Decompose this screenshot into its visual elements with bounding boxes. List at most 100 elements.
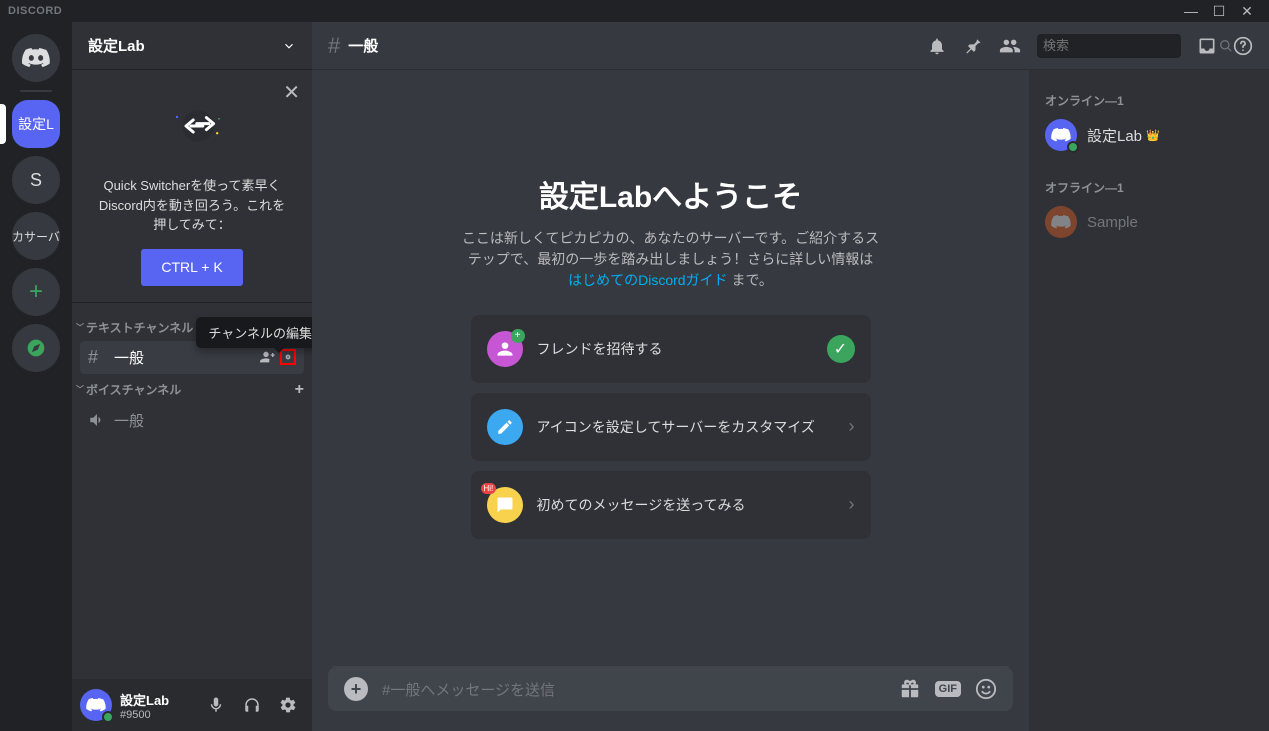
user-panel: 設定Lab #9500 — [72, 679, 312, 731]
emoji-icon — [975, 678, 997, 700]
customize-icon — [487, 409, 523, 445]
chevron-down-icon — [282, 39, 296, 53]
gift-icon — [899, 678, 921, 700]
guild-server-selected[interactable]: 設定L — [12, 100, 60, 148]
channel-name: 一般 — [114, 410, 296, 431]
channel-list: ﹀ テキストチャンネル # 一般 チャンネルの編集 ﹀ ボイスチャンネル + — [72, 303, 312, 680]
window-close-button[interactable]: ✕ — [1233, 0, 1261, 22]
quick-switcher-text: Quick Switcherを使って素早くDiscord内を動き回ろう。これを押… — [88, 176, 296, 235]
pinned-messages-button[interactable] — [963, 36, 983, 56]
onboard-label: フレンドを招待する — [537, 339, 827, 359]
check-icon: ✓ — [827, 335, 855, 363]
member-list-button[interactable] — [999, 35, 1021, 57]
window-minimize-button[interactable]: — — [1177, 0, 1205, 22]
chevron-right-icon: › — [849, 494, 855, 515]
user-avatar[interactable] — [80, 689, 112, 721]
quick-switcher-panel: ✕ Quick Switcherを使って素早くDiscord内を動き回ろう。これ… — [72, 70, 312, 303]
hash-icon: # — [328, 33, 340, 59]
pin-icon — [963, 36, 983, 56]
voice-channels-category[interactable]: ﹀ ボイスチャンネル + — [72, 375, 312, 403]
gif-button[interactable]: GIF — [935, 678, 961, 700]
voice-channel-general[interactable]: 一般 — [80, 404, 304, 437]
members-panel: オンライン—1 設定Lab👑 オフライン—1 Sample — [1029, 70, 1269, 731]
guild-label: カサーバ — [12, 228, 60, 245]
channel-title: 一般 — [348, 35, 927, 56]
inbox-button[interactable] — [1197, 36, 1217, 56]
onboard-label: アイコンを設定してサーバーをカスタマイズ — [537, 417, 849, 437]
quick-switcher-close-button[interactable]: ✕ — [283, 78, 300, 108]
channel-header: # 一般 — [312, 22, 1269, 70]
headphones-icon — [243, 696, 261, 714]
edit-channel-button[interactable]: チャンネルの編集 — [280, 349, 296, 365]
onboard-first-message[interactable]: Hi! 初めてのメッセージを送ってみる › — [471, 471, 871, 539]
message-input-bar: + #一般へメッセージを送信 GIF — [328, 667, 1013, 711]
server-name: 設定Lab — [88, 35, 282, 56]
guilds-column: 設定L S カサーバ + — [0, 22, 72, 731]
titlebar: DISCORD — ☐ ✕ — [0, 0, 1269, 22]
attach-button[interactable]: + — [344, 677, 368, 701]
guild-label: 設定L — [18, 114, 54, 134]
notifications-button[interactable] — [927, 36, 947, 56]
owner-crown-icon: 👑 — [1146, 129, 1160, 142]
welcome-guide-link[interactable]: はじめてのDiscordガイド — [568, 272, 727, 288]
app-logo: DISCORD — [8, 5, 62, 17]
channel-name: 一般 — [114, 347, 256, 368]
main-content: # 一般 設定Labへようこそ ここは新しくてピカピカの、あなたのサー — [312, 22, 1269, 731]
gear-icon — [279, 696, 297, 714]
guilds-separator — [20, 90, 52, 92]
welcome-description: ここは新しくてピカピカの、あなたのサーバーです。ご紹介するステップで、最初の一歩… — [461, 228, 881, 291]
category-label: ボイスチャンネル — [86, 381, 295, 398]
invite-icon: + — [487, 331, 523, 367]
mute-button[interactable] — [200, 689, 232, 721]
text-channel-general[interactable]: # 一般 チャンネルの編集 — [80, 341, 304, 374]
emoji-button[interactable] — [975, 678, 997, 700]
member-row[interactable]: Sample — [1037, 202, 1261, 242]
quick-switcher-illustration — [88, 86, 308, 166]
members-online-header: オンライン—1 — [1037, 86, 1261, 115]
people-icon — [999, 35, 1021, 57]
gif-badge: GIF — [935, 681, 961, 697]
user-settings-button[interactable] — [272, 689, 304, 721]
guild-label: S — [30, 170, 42, 191]
gift-button[interactable] — [899, 678, 921, 700]
status-online-icon — [1067, 141, 1079, 153]
explore-servers-button[interactable] — [12, 324, 60, 372]
server-header[interactable]: 設定Lab — [72, 22, 312, 70]
onboard-invite-friends[interactable]: + フレンドを招待する ✓ — [471, 315, 871, 383]
microphone-icon — [207, 696, 225, 714]
home-button[interactable] — [12, 34, 60, 82]
chevron-down-icon: ﹀ — [76, 322, 84, 333]
guild-server[interactable]: カサーバ — [12, 212, 60, 260]
onboard-customize-server[interactable]: アイコンを設定してサーバーをカスタマイズ › — [471, 393, 871, 461]
discord-logo-icon — [1051, 215, 1071, 229]
member-avatar — [1045, 206, 1077, 238]
compass-icon — [26, 338, 46, 358]
create-channel-button[interactable]: + — [295, 381, 304, 399]
window-maximize-button[interactable]: ☐ — [1205, 0, 1233, 22]
quick-switcher-hotkey-button[interactable]: CTRL + K — [141, 249, 242, 286]
members-offline-header: オフライン—1 — [1037, 173, 1261, 202]
user-tag: #9500 — [120, 709, 200, 721]
discord-logo-icon — [86, 698, 106, 712]
member-row[interactable]: 設定Lab👑 — [1037, 115, 1261, 155]
gear-icon — [285, 350, 291, 364]
deafen-button[interactable] — [236, 689, 268, 721]
guild-server[interactable]: S — [12, 156, 60, 204]
user-name: 設定Lab — [120, 690, 200, 709]
search-box[interactable] — [1037, 34, 1181, 58]
discord-logo-icon — [22, 48, 50, 68]
messages-area: 設定Labへようこそ ここは新しくてピカピカの、あなたのサーバーです。ご紹介する… — [312, 70, 1029, 731]
search-input[interactable] — [1043, 38, 1219, 53]
help-button[interactable] — [1233, 36, 1253, 56]
user-info[interactable]: 設定Lab #9500 — [120, 690, 200, 721]
message-input[interactable]: #一般へメッセージを送信 — [382, 679, 899, 700]
message-icon: Hi! — [487, 487, 523, 523]
member-name: Sample — [1087, 214, 1138, 231]
chevron-down-icon: ﹀ — [76, 384, 84, 395]
inbox-icon — [1197, 36, 1217, 56]
member-name: 設定Lab👑 — [1087, 125, 1160, 146]
add-server-button[interactable]: + — [12, 268, 60, 316]
speaker-icon — [88, 411, 108, 429]
hash-icon: # — [88, 347, 108, 368]
search-icon — [1219, 39, 1233, 53]
